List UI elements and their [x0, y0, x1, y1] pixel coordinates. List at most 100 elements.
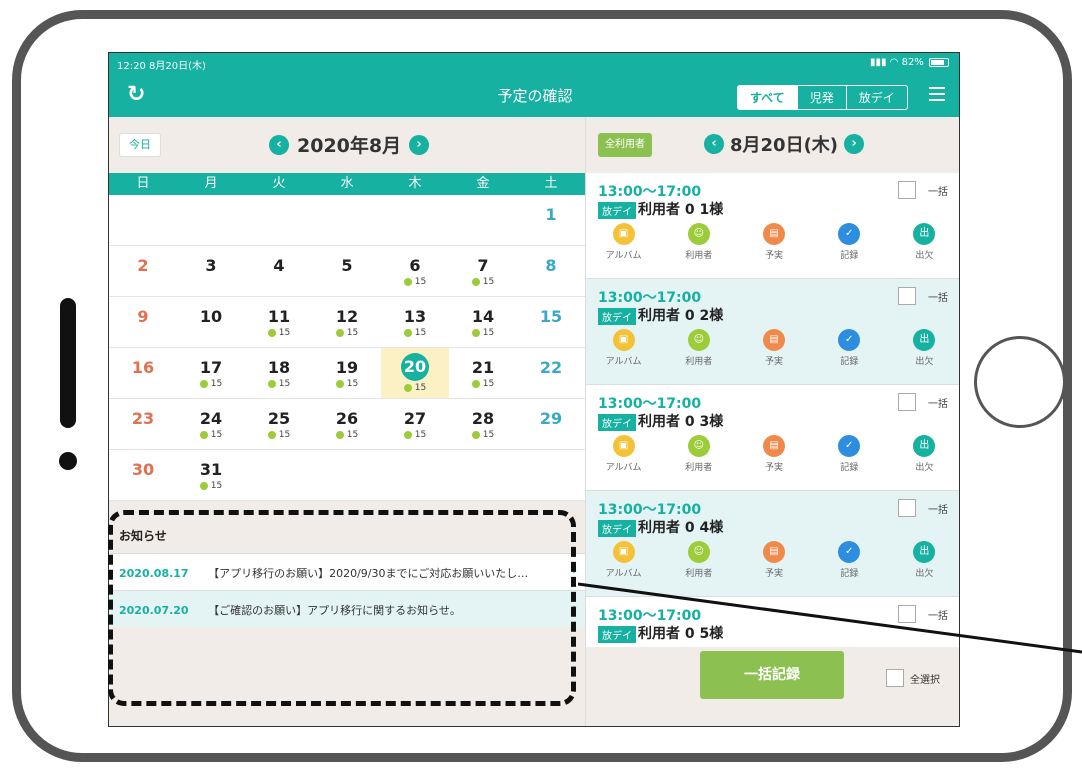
schedule-entry[interactable]: 13:00〜17:00 一括 放デイ 利用者 0 2様 ▣ アルバム ☺ 利用者…: [586, 279, 959, 385]
calendar-day[interactable]: 9: [109, 297, 177, 347]
entry-action-att[interactable]: 出 出欠: [887, 541, 959, 579]
weekday-label: 土: [544, 176, 558, 191]
news-item[interactable]: 2020.07.20 【ご確認のお願い】アプリ移行に関するお知らせ。 ›: [109, 590, 585, 627]
day-number: 17: [199, 358, 223, 377]
calendar-day[interactable]: 2: [109, 246, 177, 296]
calendar-day[interactable]: 3: [177, 246, 245, 296]
weekday-header: 日 月 火 水 木 金 土: [109, 173, 585, 195]
prev-month-icon[interactable]: ‹: [269, 134, 289, 155]
next-day-icon[interactable]: ›: [844, 134, 865, 154]
day-user-count: 15: [177, 481, 245, 491]
calendar-day[interactable]: 21 15: [449, 348, 517, 398]
album-icon: ▣: [612, 435, 635, 457]
entry-action-user[interactable]: ☺ 利用者: [661, 435, 736, 473]
calendar-day[interactable]: 14 15: [449, 297, 517, 347]
schedule-entry[interactable]: 13:00〜17:00 一括 放デイ 利用者 0 3様 ▣ アルバム ☺ 利用者…: [586, 385, 959, 491]
calendar-day[interactable]: 28 15: [449, 399, 517, 449]
calendar-day[interactable]: 24 15: [177, 399, 245, 449]
filter-all[interactable]: すべて: [738, 86, 797, 109]
entry-action-label: 予実: [765, 569, 784, 579]
calendar-day[interactable]: 29: [517, 399, 585, 449]
calendar-day[interactable]: 4: [245, 246, 313, 296]
entry-action-rec[interactable]: ✓ 記録: [812, 541, 887, 579]
calendar-day[interactable]: 26 15: [313, 399, 381, 449]
entry-action-rec[interactable]: ✓ 記録: [812, 223, 887, 261]
entry-checkbox[interactable]: [898, 181, 916, 199]
schedule-entry[interactable]: 13:00〜17:00 一括 放デイ 利用者 0 4様 ▣ アルバム ☺ 利用者…: [586, 491, 959, 597]
calendar-day[interactable]: 20 15: [381, 348, 449, 398]
calendar-day[interactable]: 31 15: [177, 450, 245, 500]
today-button[interactable]: 今日: [119, 133, 161, 157]
calendar-day[interactable]: 22: [517, 348, 585, 398]
calendar-empty-cell: [313, 450, 381, 500]
calendar-day[interactable]: 6 15: [381, 246, 449, 296]
schedule-entry[interactable]: 13:00〜17:00 一括 放デイ 利用者 0 5様 ▣ アルバム ☺ 利用者…: [586, 597, 959, 647]
calendar-day[interactable]: 11 15: [245, 297, 313, 347]
day-number: 2: [137, 256, 149, 275]
filter-jihatsu[interactable]: 児発: [796, 86, 846, 109]
calendar-day[interactable]: 17 15: [177, 348, 245, 398]
side-dot: [59, 452, 77, 470]
day-number: 1: [545, 205, 557, 224]
entry-action-label: 記録: [840, 251, 859, 261]
menu-icon[interactable]: [929, 87, 945, 101]
service-tag: 放デイ: [598, 414, 636, 431]
entry-user-name: 利用者 0 2様: [638, 308, 724, 324]
entry-checkbox[interactable]: [898, 393, 916, 411]
entry-action-label: 予実: [765, 463, 784, 473]
entry-action-user[interactable]: ☺ 利用者: [661, 223, 736, 261]
calendar-day[interactable]: 19 15: [313, 348, 381, 398]
bulk-record-button[interactable]: 一括記録: [700, 651, 844, 699]
select-all-checkbox[interactable]: [886, 669, 904, 687]
entry-checkbox[interactable]: [898, 287, 916, 305]
entry-action-att[interactable]: 出 出欠: [887, 223, 959, 261]
calendar-day[interactable]: 23: [109, 399, 177, 449]
calendar-day[interactable]: 8: [517, 246, 585, 296]
calendar-day[interactable]: 13 15: [381, 297, 449, 347]
entry-action-label: 出欠: [915, 569, 934, 579]
calendar-day[interactable]: 5: [313, 246, 381, 296]
prev-day-icon[interactable]: ‹: [704, 134, 724, 154]
entry-action-att[interactable]: 出 出欠: [887, 435, 959, 473]
schedule-entry[interactable]: 13:00〜17:00 一括 放デイ 利用者 0 1様 ▣ アルバム ☺ 利用者…: [586, 173, 959, 279]
entry-action-album[interactable]: ▣ アルバム: [586, 541, 661, 579]
calendar-day[interactable]: 25 15: [245, 399, 313, 449]
calendar-day[interactable]: 30: [109, 450, 177, 500]
entry-checkbox[interactable]: [898, 499, 916, 517]
all-users-button[interactable]: 全利用者: [598, 133, 652, 157]
calendar-day[interactable]: 27 15: [381, 399, 449, 449]
calendar-day[interactable]: 1: [517, 195, 585, 245]
entry-user-name: 利用者 0 4様: [638, 520, 724, 536]
entry-action-rec[interactable]: ✓ 記録: [812, 329, 887, 367]
entry-action-album[interactable]: ▣ アルバム: [586, 329, 661, 367]
entry-action-plan[interactable]: ▤ 予実: [736, 223, 811, 261]
next-month-icon[interactable]: ›: [409, 134, 430, 155]
entry-action-plan[interactable]: ▤ 予実: [736, 435, 811, 473]
calendar-day[interactable]: 10: [177, 297, 245, 347]
entry-checkbox[interactable]: [898, 605, 916, 623]
filter-houdei[interactable]: 放デイ: [845, 86, 907, 109]
entry-time: 13:00〜17:00: [598, 396, 702, 412]
entry-action-label: アルバム: [605, 357, 642, 367]
entry-action-plan[interactable]: ▤ 予実: [736, 541, 811, 579]
status-bar: 12:20 8月20日(木) ▮▮▮ ◠ 82%: [109, 53, 959, 73]
entry-action-plan[interactable]: ▤ 予実: [736, 329, 811, 367]
calendar-day[interactable]: 15: [517, 297, 585, 347]
album-icon: ▣: [612, 329, 635, 351]
entry-action-album[interactable]: ▣ アルバム: [586, 223, 661, 261]
chevron-right-icon: ›: [572, 564, 577, 577]
entry-action-user[interactable]: ☺ 利用者: [661, 541, 736, 579]
news-item[interactable]: 2020.08.17 【アプリ移行のお願い】2020/9/30までにご対応お願い…: [109, 553, 585, 590]
calendar-day[interactable]: 16: [109, 348, 177, 398]
calendar-day[interactable]: 12 15: [313, 297, 381, 347]
day-number: 19: [335, 358, 359, 377]
home-button[interactable]: [974, 336, 1066, 428]
calendar-day[interactable]: 7 15: [449, 246, 517, 296]
day-user-count: 15: [381, 277, 449, 287]
entry-action-user[interactable]: ☺ 利用者: [661, 329, 736, 367]
calendar-day[interactable]: 18 15: [245, 348, 313, 398]
entry-action-rec[interactable]: ✓ 記録: [812, 435, 887, 473]
day-number: 3: [205, 256, 217, 275]
entry-action-att[interactable]: 出 出欠: [887, 329, 959, 367]
entry-action-album[interactable]: ▣ アルバム: [586, 435, 661, 473]
